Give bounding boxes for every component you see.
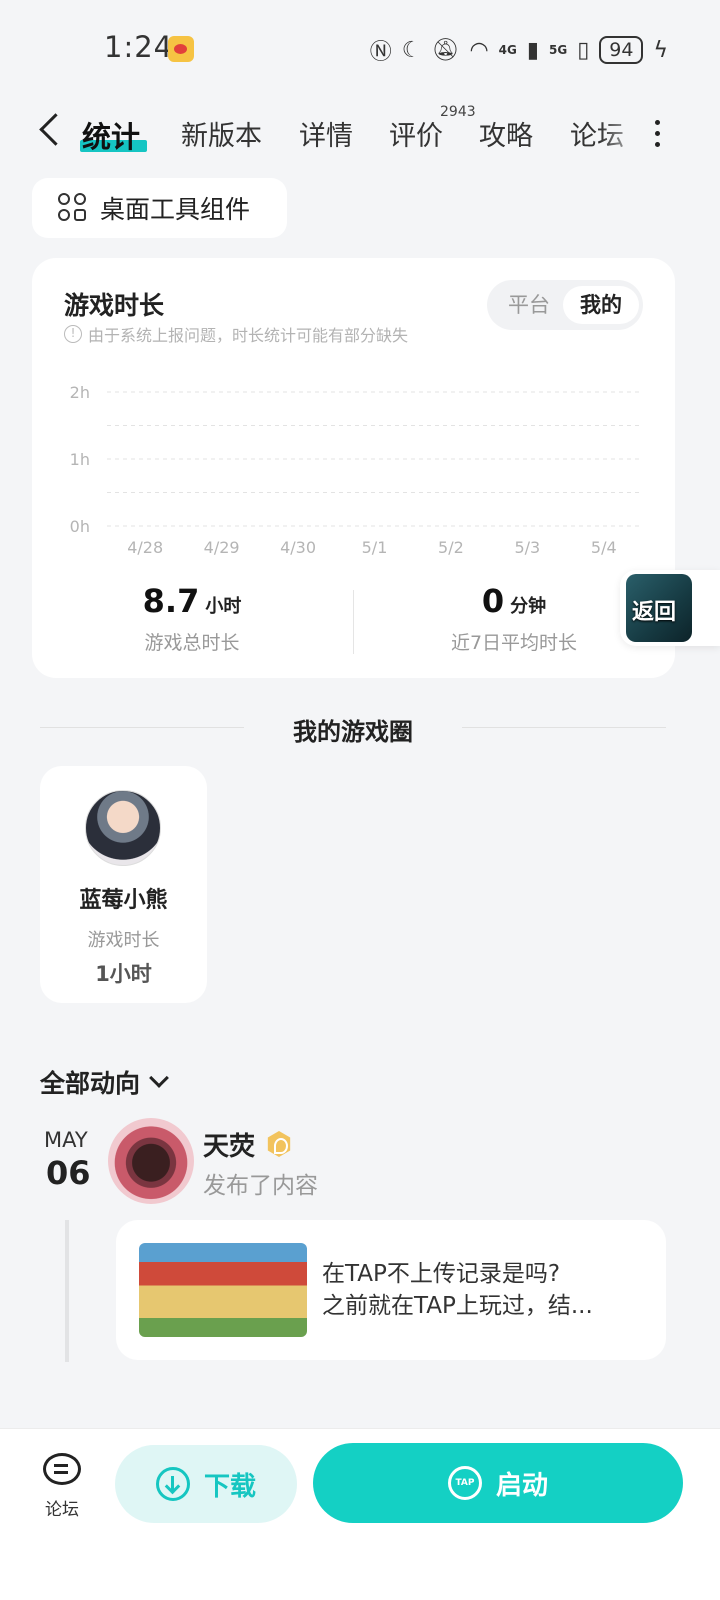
signal-5g-icon: 5G — [548, 43, 568, 57]
wifi-icon: ◠ — [469, 37, 489, 63]
download-button[interactable]: 下载 — [115, 1445, 297, 1523]
signal-bars-icon: ▯ — [577, 37, 590, 63]
tab-guides[interactable]: 攻略 — [479, 114, 533, 153]
post-date-day: 06 — [46, 1154, 91, 1192]
chart-y-tick-label: 2h — [70, 383, 90, 402]
tab-details[interactable]: 详情 — [299, 114, 353, 153]
scope-toggle: 平台 我的 — [487, 280, 643, 330]
floating-return-button[interactable]: 返回 — [620, 570, 720, 646]
chevron-down-icon — [149, 1068, 169, 1088]
post-text: 在TAP不上传记录是吗? 之前就在TAP上玩过，结... — [322, 1258, 652, 1322]
chart-x-tick-label: 4/28 — [127, 538, 163, 557]
tab-reviews[interactable]: 评价 — [389, 114, 443, 153]
chart-x-tick-label: 5/1 — [362, 538, 388, 557]
tab-overflow-fade — [600, 108, 650, 156]
moon-icon: ☾ — [401, 37, 422, 63]
friend-time-value: 1小时 — [95, 962, 152, 986]
more-options-icon[interactable] — [655, 116, 663, 152]
timeline-line — [65, 1220, 69, 1362]
verified-badge-icon — [267, 1131, 291, 1157]
charging-icon: ϟ — [653, 37, 668, 63]
post-thumbnail-image — [139, 1243, 307, 1337]
avatar[interactable] — [108, 1118, 194, 1204]
forum-label: 论坛 — [45, 1500, 79, 1520]
reviews-count-badge: 2943 — [440, 104, 476, 120]
chart-y-tick-label: 1h — [70, 450, 90, 469]
post-username[interactable]: 天荧 — [203, 1126, 255, 1163]
toggle-mine[interactable]: 我的 — [563, 286, 639, 324]
avg-time-value: 0 — [481, 582, 505, 620]
total-time-value: 8.7 — [142, 582, 200, 620]
weibo-notification-icon — [168, 36, 194, 62]
game-circle-title: 我的游戏圈 — [293, 718, 413, 746]
battery-indicator: 94 — [599, 36, 644, 64]
play-time-note-text: 由于系统上报问题，时长统计可能有部分缺失 — [88, 326, 409, 345]
tap-logo-icon: TAP — [447, 1466, 482, 1500]
chart-x-tick-label: 5/4 — [591, 538, 617, 557]
download-icon — [155, 1467, 190, 1501]
friend-time-label: 游戏时长 — [87, 930, 160, 951]
download-label: 下载 — [203, 1471, 256, 1502]
chart-x-tick-label: 5/3 — [514, 538, 540, 557]
total-time-caption: 游戏总时长 — [144, 632, 240, 654]
info-icon: ! — [64, 325, 82, 343]
avg-time-unit: 分钟 — [510, 596, 547, 617]
status-time: 1:24 — [104, 30, 174, 64]
friend-name: 蓝莓小熊 — [79, 888, 168, 913]
chart-x-tick-label: 4/29 — [204, 538, 240, 557]
status-icons: Ⓝ ☾ 🔕︎ ◠ 4G ▮ 5G ▯ 94 ϟ — [370, 34, 668, 66]
tab-new-version[interactable]: 新版本 — [181, 114, 262, 153]
feed-filter-dropdown[interactable]: 全部动向 — [40, 1064, 169, 1100]
game-thumbnail-icon: 返回 — [626, 574, 692, 642]
back-arrow-icon[interactable] — [34, 110, 60, 150]
total-time-stat: 8.7 小时 游戏总时长 — [32, 582, 352, 655]
forum-chat-icon — [43, 1453, 81, 1485]
feed-filter-label: 全部动向 — [40, 1069, 141, 1098]
play-time-title: 游戏时长 — [64, 291, 165, 320]
launch-label: 启动 — [495, 1470, 548, 1501]
post-action-text: 发布了内容 — [203, 1173, 318, 1199]
tab-stats[interactable]: 统计 — [82, 114, 140, 156]
tab-bar: 统计 新版本 详情 评价 2943 攻略 论坛 — [0, 100, 720, 164]
launch-button[interactable]: TAP 启动 — [313, 1443, 683, 1523]
avatar — [85, 790, 161, 866]
post-text-line: 之前就在TAP上玩过，结... — [322, 1293, 593, 1319]
forum-button[interactable]: 论坛 — [40, 1453, 84, 1520]
play-time-note: ! 由于系统上报问题，时长统计可能有部分缺失 — [64, 322, 408, 346]
chart-y-tick-label: 0h — [70, 517, 90, 536]
post-text-line: 在TAP不上传记录是吗? — [322, 1261, 561, 1287]
return-label: 返回 — [632, 600, 677, 625]
status-bar: 1:24 Ⓝ ☾ 🔕︎ ◠ 4G ▮ 5G ▯ 94 ϟ — [0, 0, 720, 96]
post-date-month: MAY — [44, 1128, 88, 1152]
play-time-chart: 2h 1h 0h 4/28 4/29 4/30 5/1 5/2 5/3 5/4 — [70, 383, 642, 557]
nfc-icon: Ⓝ — [369, 40, 392, 65]
bottom-action-bar: 论坛 下载 TAP 启动 — [0, 1428, 720, 1600]
friend-card[interactable]: 蓝莓小熊 游戏时长 1小时 — [40, 766, 207, 1003]
toggle-platform[interactable]: 平台 — [491, 286, 567, 324]
mute-bell-icon: 🔕︎ — [431, 37, 460, 63]
widget-grid-icon — [58, 193, 88, 223]
desktop-widget-label: 桌面工具组件 — [100, 195, 251, 224]
signal-4g-icon: 4G — [498, 43, 517, 57]
play-time-card: 游戏时长 ! 由于系统上报问题，时长统计可能有部分缺失 平台 我的 2h 1h 0h… — [32, 258, 675, 678]
total-time-unit: 小时 — [205, 596, 242, 617]
chart-x-tick-label: 4/30 — [280, 538, 316, 557]
desktop-widget-button[interactable]: 桌面工具组件 — [32, 178, 287, 238]
chart-x-tick-label: 5/2 — [438, 538, 464, 557]
signal-bars-icon: ▮ — [526, 37, 539, 63]
post-card[interactable]: 在TAP不上传记录是吗? 之前就在TAP上玩过，结... — [116, 1220, 666, 1360]
